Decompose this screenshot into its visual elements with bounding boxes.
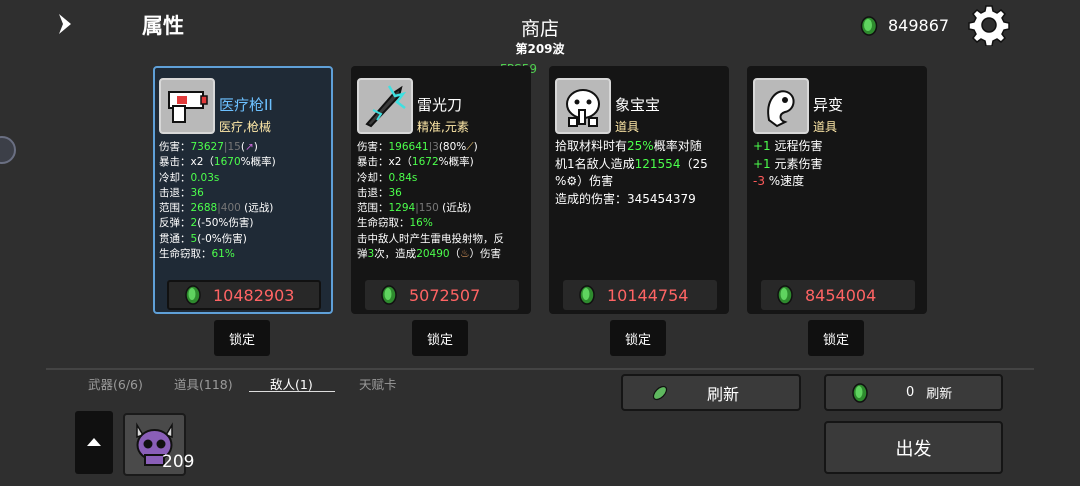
card-name: 雷光刀 <box>417 96 463 114</box>
material-coin-icon <box>579 285 595 305</box>
refresh-button[interactable]: 刷新 <box>621 374 801 411</box>
stat-effect-2: 弹3次，造成20490（♨）伤害 <box>357 248 502 261</box>
refresh-label: 刷新 <box>926 387 953 402</box>
baby-elephant-icon <box>555 78 611 134</box>
card-name: 象宝宝 <box>615 96 661 114</box>
shop-card-medical-gun[interactable]: 医疗枪II 医疗,枪械 伤害：73627|15(↗) 暴击：x2（1670%概率… <box>153 66 333 314</box>
wave-label: 第209波 <box>515 42 565 56</box>
buy-price-button[interactable]: 5072507 <box>365 280 519 310</box>
material-coin-icon <box>185 285 201 305</box>
engineering-icon: ⚙ <box>566 174 578 188</box>
card-description: 拾取材料时有25%概率对随 机1名敌人造成121554（25 %⚙）伤害 造成的… <box>555 139 708 206</box>
elemental-damage-icon: ♨ <box>460 248 470 261</box>
stat-bounce: 反弹：2(-50%伤害) <box>159 217 254 230</box>
ranged-damage-icon: ↗ <box>244 141 254 153</box>
stat-damage: 伤害：196641|3(80%⟋) <box>357 141 478 153</box>
stat-effect: 击中敌人时产生雷电投射物，反 <box>357 232 504 245</box>
price: 10144754 <box>607 285 689 305</box>
tab-weapons[interactable]: 武器(6/6) <box>88 374 143 393</box>
material-coin-icon <box>777 285 793 305</box>
buy-price-button[interactable]: 10482903 <box>167 280 321 310</box>
divider <box>46 368 1034 370</box>
collapse-up-button[interactable] <box>75 411 113 474</box>
stat-pierce: 贯通：5(-0%伤害) <box>159 232 247 245</box>
lock-button[interactable]: 锁定 <box>610 320 666 356</box>
card-type: 医疗,枪械 <box>219 120 271 134</box>
settings-gear-icon[interactable] <box>968 4 1010 46</box>
stat-range: 范围：2688|400 (远战) <box>159 202 274 215</box>
shop-card-baby-elephant[interactable]: 象宝宝 道具 拾取材料时有25%概率对随 机1名敌人造成121554（25 %⚙… <box>549 66 729 314</box>
stat-lifesteal: 生命窃取：61% <box>159 248 235 261</box>
price: 10482903 <box>213 285 295 305</box>
card-name: 医疗枪II <box>219 96 273 114</box>
melee-damage-icon: ⟋ <box>466 141 474 153</box>
tab-talent-cards[interactable]: 天赋卡 <box>359 374 397 393</box>
stat-range: 范围：1294|150 (近战) <box>357 202 472 215</box>
card-stats: 伤害：73627|15(↗) 暴击：x2（1670%概率) 冷却：0.03s 击… <box>159 140 331 262</box>
buy-price-button[interactable]: 10144754 <box>563 280 717 310</box>
lock-button[interactable]: 锁定 <box>214 320 270 356</box>
stat-knockback: 击退：36 <box>159 186 204 199</box>
medical-gun-icon <box>159 78 215 134</box>
thunder-blade-icon <box>357 78 413 134</box>
currency-amount: 849867 <box>888 16 950 35</box>
material-coin-icon <box>860 16 878 36</box>
stat-crit: 暴击：x2（1670%概率) <box>159 156 276 169</box>
card-name: 异变 <box>813 96 844 114</box>
stat-damage: 伤害：73627|15(↗) <box>159 141 258 153</box>
card-type: 道具 <box>615 120 640 134</box>
card-description: +1 远程伤害 +1 元素伤害 -3 %速度 <box>753 139 823 188</box>
stat-cooldown: 冷却：0.03s <box>159 171 220 184</box>
lock-button[interactable]: 锁定 <box>808 320 864 356</box>
lock-button[interactable]: 锁定 <box>412 320 468 356</box>
price: 5072507 <box>409 285 481 305</box>
material-leaf-icon <box>652 385 668 400</box>
card-type: 道具 <box>813 120 838 134</box>
free-refresh-button[interactable]: 0 刷新 <box>824 374 1003 411</box>
card-stats: 伤害：196641|3(80%⟋) 暴击：x2（1672%概率) 冷却：0.84… <box>357 140 529 262</box>
refresh-cost: 0 <box>906 385 915 400</box>
triangle-up-icon <box>87 438 101 446</box>
depart-button[interactable]: 出发 <box>824 421 1003 474</box>
stat-lifesteal: 生命窃取：16% <box>357 217 433 230</box>
tab-items[interactable]: 道具(118) <box>174 374 233 393</box>
material-coin-icon <box>381 285 397 305</box>
card-type: 精准,元素 <box>417 120 469 134</box>
enemy-count: 209 <box>162 452 195 472</box>
side-drawer-handle[interactable] <box>0 136 16 164</box>
mutation-icon <box>753 78 809 134</box>
stat-crit: 暴击：x2（1672%概率) <box>357 156 474 169</box>
active-tab-underline <box>249 391 335 392</box>
stat-cooldown: 冷却：0.84s <box>357 171 418 184</box>
buy-price-button[interactable]: 8454004 <box>761 280 915 310</box>
stat-knockback: 击退：36 <box>357 186 402 199</box>
refresh-label: 刷新 <box>707 384 740 404</box>
material-coin-icon <box>852 382 868 403</box>
shop-card-mutation[interactable]: 异变 道具 +1 远程伤害 +1 元素伤害 -3 %速度 8454004 <box>747 66 927 314</box>
price: 8454004 <box>805 285 877 305</box>
shop-card-thunder-blade[interactable]: 雷光刀 精准,元素 伤害：196641|3(80%⟋) 暴击：x2（1672%概… <box>351 66 531 314</box>
